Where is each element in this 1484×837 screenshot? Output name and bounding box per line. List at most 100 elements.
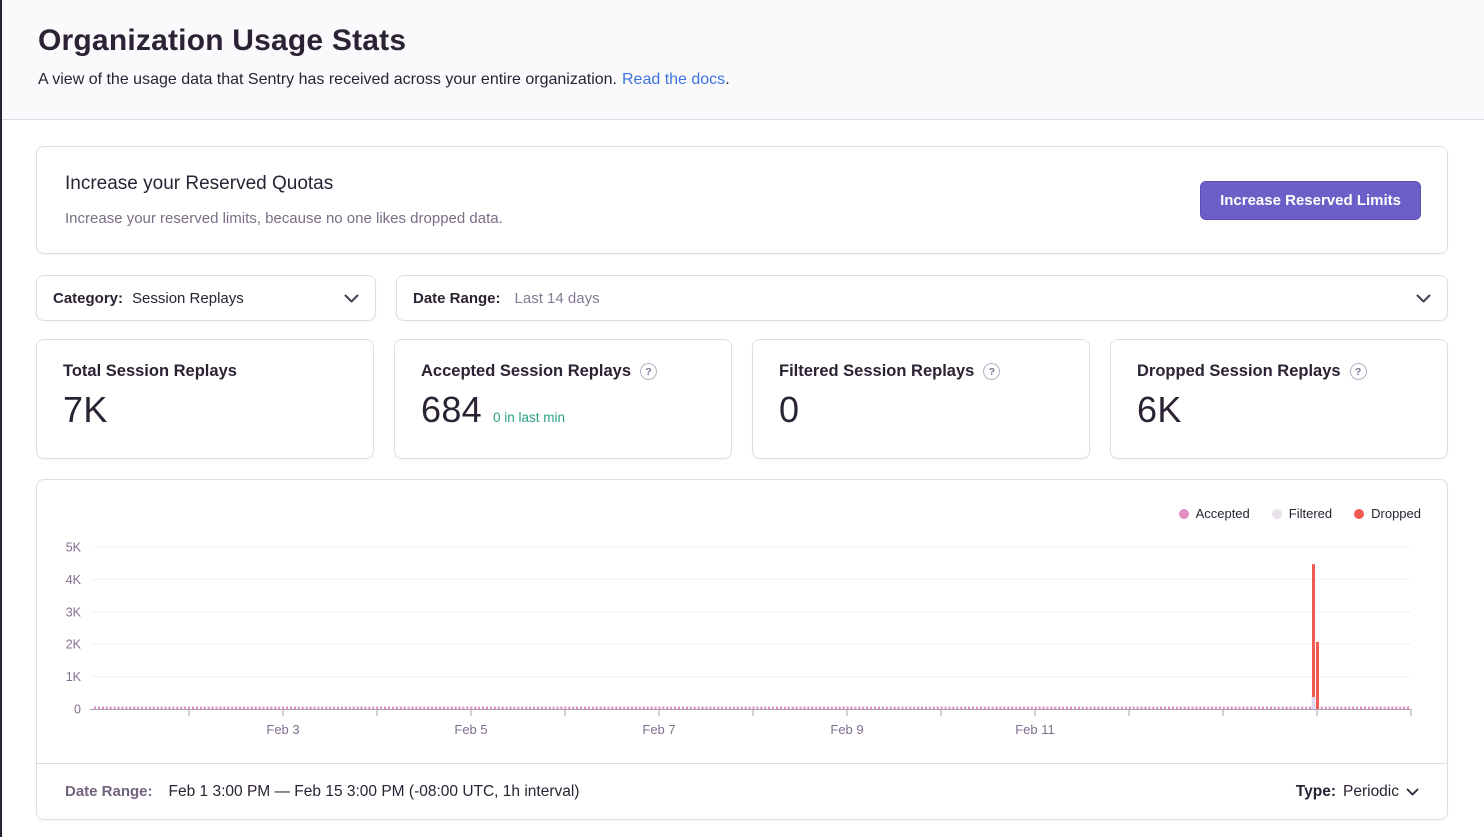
usage-stats-chart[interactable]: 01K2K3K4K5KFeb 3Feb 5Feb 7Feb 9Feb 11 (37, 480, 1447, 763)
accepted-bar (384, 707, 386, 710)
accepted-bar (255, 707, 257, 710)
accepted-bar (1184, 707, 1186, 710)
type-dropdown[interactable]: Type: Periodic (1296, 783, 1419, 801)
dropped-spike-bar (1316, 642, 1319, 709)
accepted-bar (251, 707, 253, 710)
accepted-bar (1305, 707, 1307, 710)
accepted-bar (466, 707, 468, 710)
accepted-bar (760, 707, 762, 710)
accepted-bar (937, 707, 939, 710)
accepted-bar (498, 707, 500, 710)
accepted-bar (1141, 707, 1143, 710)
accepted-bar (780, 707, 782, 710)
accepted-bar (678, 707, 680, 710)
page-subtitle: A view of the usage data that Sentry has… (38, 71, 1446, 89)
accepted-bar (196, 707, 198, 710)
accepted-bar (1340, 707, 1342, 710)
accepted-bar (862, 707, 864, 710)
legend-item-filtered[interactable]: Filtered (1272, 506, 1332, 521)
accepted-bar (1219, 707, 1221, 710)
stats-row: Total Session Replays ? 7K Accepted Sess… (36, 339, 1448, 459)
accepted-bar (431, 707, 433, 710)
accepted-bar (941, 707, 943, 710)
accepted-bar (474, 707, 476, 710)
accepted-bar (1144, 707, 1146, 710)
accepted-bar (698, 707, 700, 710)
quota-text: Increase your Reserved Quotas Increase y… (65, 173, 503, 227)
quota-description: Increase your reserved limits, because n… (65, 210, 503, 227)
accepted-bar (952, 707, 954, 710)
accepted-bar (118, 707, 120, 710)
x-axis-tick-label: Feb 9 (830, 722, 863, 737)
accepted-bar (1235, 707, 1237, 710)
accepted-bar (1376, 707, 1378, 710)
accepted-bar (568, 707, 570, 710)
chevron-down-icon (1406, 788, 1419, 796)
accepted-bar (737, 707, 739, 710)
accepted-bar (298, 707, 300, 710)
accepted-bar (1199, 707, 1201, 710)
accepted-bar (216, 707, 218, 710)
accepted-bar (756, 707, 758, 710)
stat-card: Filtered Session Replays ? 0 (752, 339, 1090, 459)
accepted-bar (121, 707, 123, 710)
accepted-bar (1309, 707, 1311, 710)
accepted-bar (929, 707, 931, 710)
accepted-bar (1137, 707, 1139, 710)
accepted-bar (792, 707, 794, 710)
accepted-bar (176, 707, 178, 710)
accepted-bar (1372, 707, 1374, 710)
accepted-bar (921, 707, 923, 710)
accepted-bar (110, 707, 112, 710)
page-title: Organization Usage Stats (38, 24, 1446, 58)
accepted-bar (161, 707, 163, 710)
accepted-bar (933, 707, 935, 710)
accepted-bar (1046, 707, 1048, 710)
increase-reserved-limits-button[interactable]: Increase Reserved Limits (1200, 181, 1421, 220)
accepted-bar (1250, 707, 1252, 710)
help-icon[interactable]: ? (983, 363, 1000, 380)
accepted-bar (1097, 707, 1099, 710)
accepted-bar (717, 707, 719, 710)
accepted-bar (102, 707, 104, 710)
accepted-bar (235, 707, 237, 710)
accepted-bar (945, 707, 947, 710)
accepted-bar (917, 707, 919, 710)
accepted-bar (1109, 707, 1111, 710)
legend-item-accepted[interactable]: Accepted (1179, 506, 1250, 521)
accepted-bar (702, 707, 704, 710)
main-content: Increase your Reserved Quotas Increase y… (0, 146, 1484, 820)
legend-item-dropped[interactable]: Dropped (1354, 506, 1421, 521)
accepted-bar (878, 707, 880, 710)
accepted-bar (1258, 707, 1260, 710)
stat-card-title: Filtered Session Replays (779, 362, 974, 381)
help-icon[interactable]: ? (1350, 363, 1367, 380)
help-icon[interactable]: ? (640, 363, 657, 380)
accepted-bar (1364, 707, 1366, 710)
read-the-docs-link[interactable]: Read the docs (622, 71, 725, 88)
accepted-bar (317, 707, 319, 710)
accepted-bar (894, 707, 896, 710)
accepted-bar (651, 707, 653, 710)
accepted-bar (886, 707, 888, 710)
accepted-bar (1078, 707, 1080, 710)
accepted-bar (1054, 707, 1056, 710)
accepted-bar (114, 707, 116, 710)
accepted-bar (968, 707, 970, 710)
accepted-bar (1164, 707, 1166, 710)
accepted-bar (1172, 707, 1174, 710)
accepted-bar (345, 707, 347, 710)
accepted-bar (890, 707, 892, 710)
date-range-select[interactable]: Date Range: Last 14 days (396, 275, 1448, 321)
accepted-bar (368, 707, 370, 710)
accepted-bar (478, 707, 480, 710)
accepted-bar (741, 707, 743, 710)
accepted-bar (870, 707, 872, 710)
accepted-bar (180, 707, 182, 710)
accepted-bar (1148, 707, 1150, 710)
accepted-bar (1301, 707, 1303, 710)
accepted-bar (1395, 707, 1397, 710)
category-select[interactable]: Category: Session Replays (36, 275, 376, 321)
accepted-bar (823, 707, 825, 710)
x-axis-tick-label: Feb 11 (1015, 722, 1055, 737)
